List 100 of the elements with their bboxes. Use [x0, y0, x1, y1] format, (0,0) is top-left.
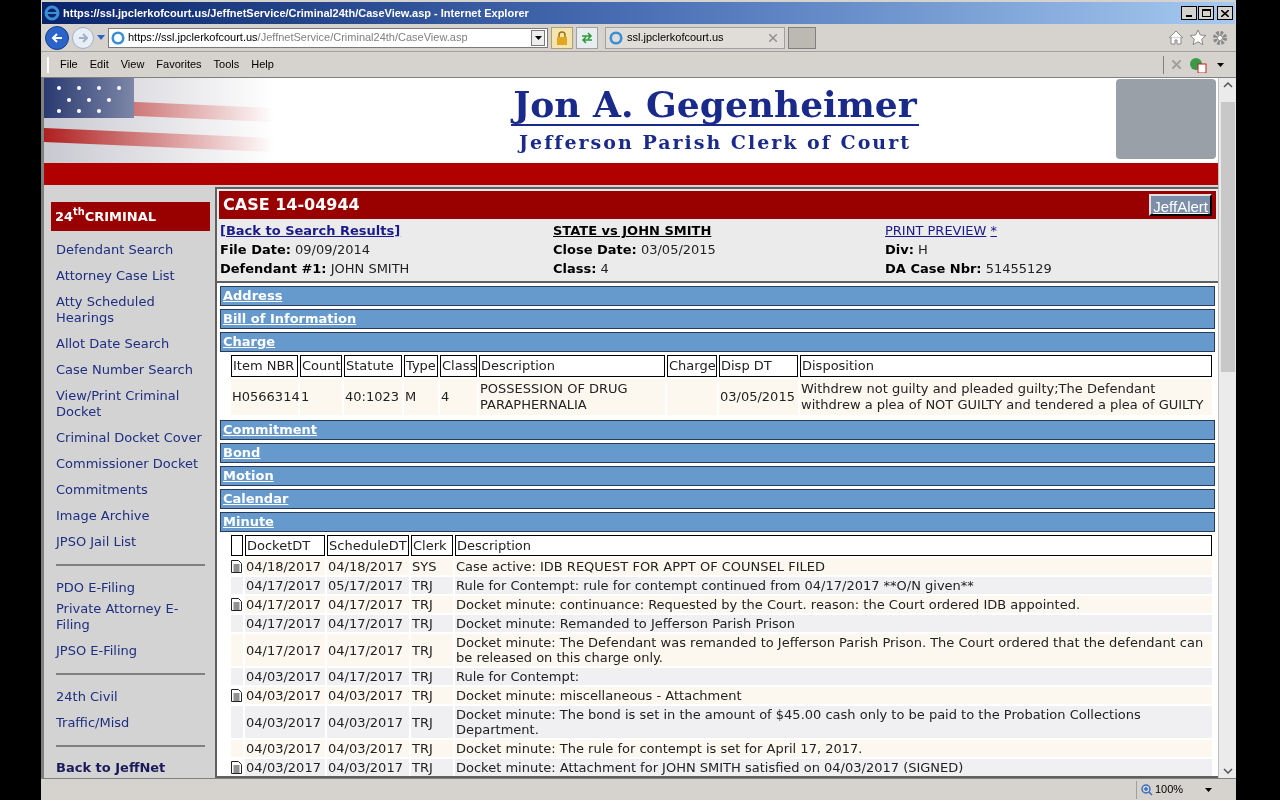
sidebar-link[interactable]: 24th Civil — [51, 684, 210, 710]
case-field: Div: H — [885, 240, 1215, 259]
sidebar-link[interactable]: Attorney Case List — [51, 263, 210, 289]
refresh-arrows-icon — [580, 31, 594, 44]
table-cell: 04/18/2017 — [245, 558, 325, 575]
back-button[interactable] — [45, 25, 69, 50]
browser-tab[interactable]: ssl.jpclerkofcourt.us — [605, 26, 785, 49]
menu-item[interactable]: Help — [246, 56, 279, 73]
case-field: Close Date: 03/05/2015 — [553, 240, 885, 259]
scroll-up-icon[interactable] — [1222, 82, 1233, 88]
sidebar-link[interactable]: Criminal Docket Cover — [51, 425, 210, 451]
tab-label: ssl.jpclerkofcourt.us — [627, 30, 724, 46]
menu-item[interactable]: View — [115, 56, 150, 73]
sidebar-link[interactable]: Private Attorney E-Filing — [51, 596, 210, 638]
table-cell: H0566314 — [231, 378, 298, 415]
back-arrow-icon — [51, 32, 63, 43]
table-cell: 04/17/2017 — [245, 634, 325, 666]
sidebar-link[interactable]: Defendant Search — [51, 237, 210, 263]
table-cell: 04/17/2017 — [327, 615, 409, 632]
address-dropdown[interactable] — [531, 29, 545, 46]
settings-icon[interactable] — [1212, 29, 1228, 46]
table-cell: 04/03/2017 — [327, 687, 409, 704]
table-cell: TRJ — [411, 687, 453, 704]
table-cell: TRJ — [411, 740, 453, 757]
sidebar-link[interactable]: PDO E-Filing — [51, 575, 210, 596]
padlock-icon — [556, 30, 568, 45]
column-header: Statute — [344, 355, 402, 377]
document-icon[interactable] — [231, 598, 242, 611]
sidebar-link[interactable]: JPSO Jail List — [51, 529, 210, 555]
table-cell: 05/17/2017 — [327, 577, 409, 594]
case-field: Class: 4 — [553, 259, 885, 278]
address-field[interactable]: https://ssl.jpclerkofcourt.us/JeffnetService/Criminal24th/CaseView.asp — [108, 27, 548, 48]
close-button[interactable] — [1217, 6, 1233, 20]
caret-icon[interactable] — [1217, 62, 1224, 67]
case-field: Defendant #1: JOHN SMITH — [220, 259, 553, 278]
star-icon[interactable] — [1190, 29, 1206, 45]
table-cell: 04/17/2017 — [327, 596, 409, 613]
menu-item[interactable]: Tools — [208, 56, 245, 73]
zoom-icon — [1141, 783, 1153, 796]
table-cell: 04/17/2017 — [245, 577, 325, 594]
table-cell: Withdrew not guilty and pleaded guilty;The Defendant withdrew a plea of NOT GUILTY and tendered a plea of GUILTY — [800, 378, 1212, 415]
table-cell: TRJ — [411, 615, 453, 632]
scroll-down-icon[interactable] — [1222, 768, 1233, 774]
new-tab-button[interactable] — [788, 26, 816, 49]
maximize-icon — [1201, 9, 1211, 17]
table-cell: Docket minute: continuance: Requested by the Court. reason: the Court ordered IDB appointed. — [455, 596, 1212, 613]
case-title: CASE 14-04944 — [223, 194, 360, 216]
refresh-button[interactable] — [576, 26, 598, 49]
home-icon[interactable] — [1168, 29, 1184, 45]
globe-page-icon[interactable] — [1189, 56, 1209, 73]
menu-item[interactable]: Edit — [84, 56, 114, 73]
case-parties: STATE vs JOHN SMITH — [553, 222, 712, 240]
sidebar-link[interactable]: Image Archive — [51, 503, 210, 529]
sidebar-link[interactable]: View/Print Criminal Docket — [51, 383, 210, 425]
menu-item[interactable]: File — [55, 56, 83, 73]
document-icon[interactable] — [231, 560, 242, 573]
table-cell: POSSESSION OF DRUG PARAPHERNALIA — [479, 378, 665, 415]
table-cell: TRJ — [411, 668, 453, 685]
scrollbar[interactable] — [1218, 78, 1236, 778]
table-cell: Docket minute: miscellaneous - Attachment — [455, 687, 1212, 704]
sidebar-link[interactable]: Case Number Search — [51, 357, 210, 383]
dropdown-caret-icon[interactable] — [97, 35, 105, 40]
table-cell: 04/03/2017 — [245, 759, 325, 776]
table-cell: Docket minute: Remanded to Jefferson Parish Prison — [455, 615, 1212, 632]
sidebar-link[interactable]: Back to JeffNet — [51, 756, 210, 778]
table-cell: Case active: IDB REQUEST FOR APPT OF COUNSEL FILED — [455, 558, 1212, 575]
column-header: DocketDT — [245, 534, 325, 556]
column-header: Description — [479, 355, 665, 377]
table-cell: 04/03/2017 — [327, 706, 409, 738]
table-cell: 03/05/2015 — [719, 378, 798, 415]
table-cell: 04/17/2017 — [327, 668, 409, 685]
minimize-button[interactable] — [1181, 6, 1197, 20]
column-header: ScheduleDT — [327, 534, 409, 556]
zoom-control[interactable]: 100% — [1136, 780, 1216, 799]
sidebar-link[interactable]: JPSO E-Filing — [51, 638, 210, 664]
table-cell: 1 — [300, 378, 342, 415]
column-header: Description — [455, 534, 1212, 556]
table-cell: TRJ — [411, 706, 453, 738]
print-preview-link[interactable]: PRINT PREVIEW — [885, 221, 987, 240]
case-field: DA Case Nbr: 51455129 — [885, 259, 1215, 278]
sidebar-link[interactable]: Allot Date Search — [51, 331, 210, 357]
back-link[interactable]: [Back to Search Results] — [220, 221, 401, 240]
asterisk-link[interactable]: * — [990, 221, 997, 240]
page-icon — [111, 30, 125, 45]
sidebar-link[interactable]: Traffic/Misd — [51, 710, 210, 736]
menu-item[interactable]: Favorites — [151, 56, 207, 73]
document-icon[interactable] — [231, 761, 242, 774]
table-cell: Docket minute: The rule for contempt is set for April 17, 2017. — [455, 740, 1212, 757]
address-path: /JeffnetService/Criminal24th/CaseView.asp — [257, 31, 468, 44]
document-icon[interactable] — [231, 689, 242, 702]
maximize-button[interactable] — [1198, 6, 1214, 20]
sidebar-link[interactable]: Atty Scheduled Hearings — [51, 289, 210, 331]
sidebar-link[interactable]: Commissioner Docket — [51, 451, 210, 477]
table-cell — [667, 378, 717, 415]
scroll-thumb[interactable] — [1220, 102, 1235, 372]
table-cell: 04/03/2017 — [245, 668, 325, 685]
table-cell: 04/17/2017 — [245, 596, 325, 613]
sidebar-link[interactable]: Commitments — [51, 477, 210, 503]
address-host: https://ssl.jpclerkofcourt.us — [128, 31, 258, 44]
column-header: Charge — [667, 355, 717, 377]
